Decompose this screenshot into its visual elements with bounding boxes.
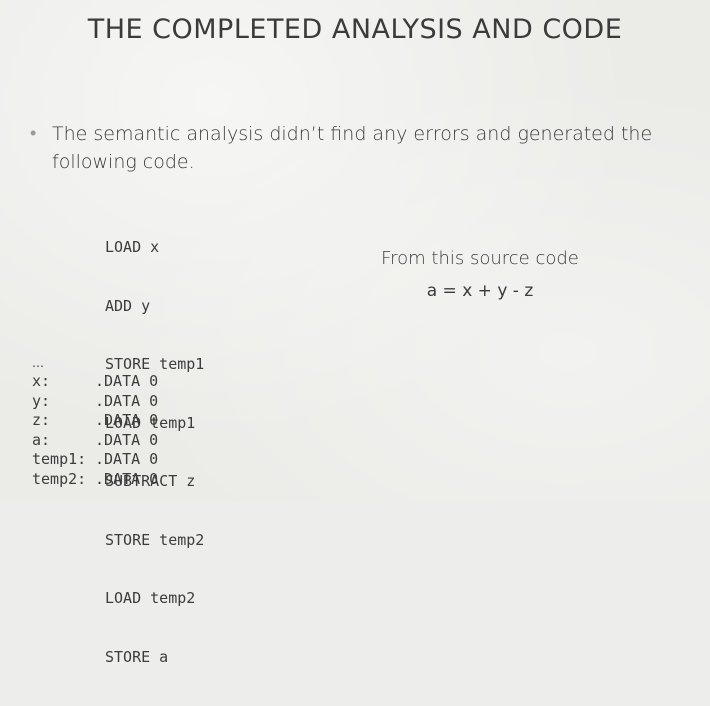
slide: THE COMPLETED ANALYSIS AND CODE • The se… <box>0 0 710 666</box>
data-value: .DATA 0 <box>95 372 159 390</box>
data-value: .DATA 0 <box>95 469 159 488</box>
bullet-text: The semantic analysis didn’t find any er… <box>52 123 653 173</box>
data-row: a: .DATA 0 <box>32 431 158 451</box>
data-label: x: <box>32 372 51 390</box>
source-code-expression: a = x + y - z <box>426 281 534 301</box>
data-row: temp1: .DATA 0 <box>32 450 158 470</box>
data-value: .DATA 0 <box>95 411 159 429</box>
bullet-item: • The semantic analysis didn’t find any … <box>30 120 670 176</box>
data-label: z: <box>32 411 51 429</box>
data-row: temp2: .DATA 0 <box>32 470 158 490</box>
data-row: z: .DATA 0 <box>32 411 158 431</box>
data-value: .DATA 0 <box>95 450 159 468</box>
data-row: y: .DATA 0 <box>32 392 158 412</box>
code-line: LOAD temp2 <box>105 589 196 607</box>
data-value: .DATA 0 <box>95 391 159 410</box>
code-line: STORE a <box>105 647 169 666</box>
data-label: y: <box>32 391 51 410</box>
code-line: ADD y <box>105 296 151 315</box>
data-label: temp2: <box>32 469 87 488</box>
data-value: .DATA 0 <box>95 430 159 449</box>
bullet-marker: • <box>30 123 37 144</box>
code-line: STORE temp2 <box>105 530 205 549</box>
code-line: LOAD x <box>105 238 160 256</box>
source-code-label: From this source code <box>381 248 579 269</box>
slide-title: THE COMPLETED ANALYSIS AND CODE <box>87 14 623 45</box>
code-ellipsis: … <box>32 356 44 370</box>
data-label: temp1: <box>32 450 87 468</box>
data-declarations-block: x: .DATA 0 y: .DATA 0 z: .DATA 0 a: .DAT… <box>32 372 158 489</box>
data-label: a: <box>32 430 51 449</box>
data-row: x: .DATA 0 <box>32 372 158 392</box>
